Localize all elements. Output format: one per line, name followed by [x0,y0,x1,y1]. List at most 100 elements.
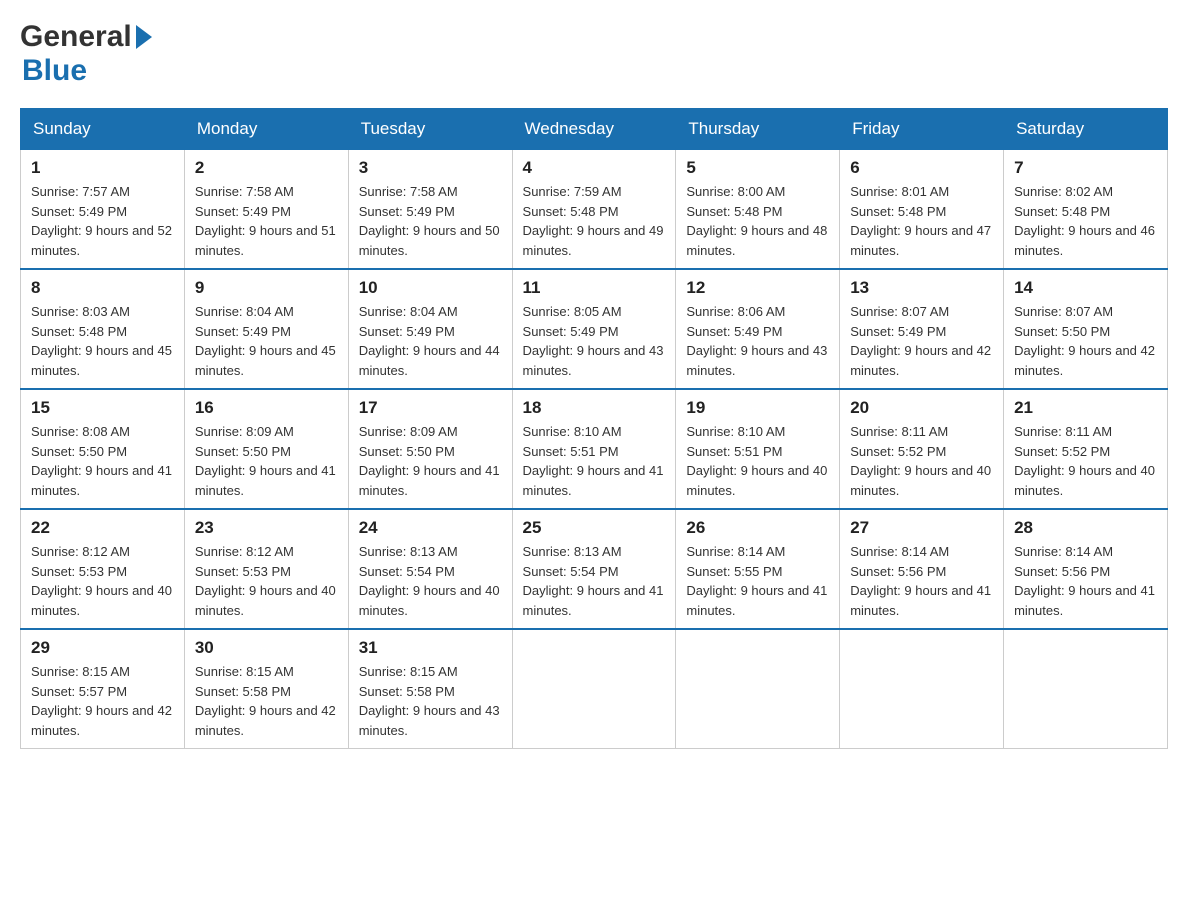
calendar-cell: 16Sunrise: 8:09 AMSunset: 5:50 PMDayligh… [184,389,348,509]
day-info: Sunrise: 8:08 AMSunset: 5:50 PMDaylight:… [31,422,174,500]
day-info: Sunrise: 8:04 AMSunset: 5:49 PMDaylight:… [359,302,502,380]
day-number: 23 [195,518,338,538]
day-number: 8 [31,278,174,298]
calendar-cell: 14 Sunrise: 8:07 AMSunset: 5:50 PMDayligh… [1004,269,1168,389]
day-number: 31 [359,638,502,658]
day-number: 2 [195,158,338,178]
day-info: Sunrise: 8:13 AMSunset: 5:54 PMDaylight:… [523,542,666,620]
column-header-monday: Monday [184,109,348,150]
day-number: 27 [850,518,993,538]
logo-blue-label: Blue [22,54,87,87]
day-info: Sunrise: 8:11 AMSunset: 5:52 PMDaylight:… [1014,422,1157,500]
calendar-cell: 9Sunrise: 8:04 AMSunset: 5:49 PMDaylight… [184,269,348,389]
day-info: Sunrise: 8:10 AMSunset: 5:51 PMDaylight:… [523,422,666,500]
day-info: Sunrise: 8:14 AMSunset: 5:55 PMDaylight:… [686,542,829,620]
day-info: Sunrise: 8:15 AMSunset: 5:58 PMDaylight:… [359,662,502,740]
calendar-week-row: 29 Sunrise: 8:15 AMSunset: 5:57 PMDayligh… [21,629,1168,749]
day-info: Sunrise: 8:12 AMSunset: 5:53 PMDaylight:… [195,542,338,620]
day-info: Sunrise: 8:14 AMSunset: 5:56 PMDaylight:… [850,542,993,620]
day-number: 26 [686,518,829,538]
calendar-cell: 11Sunrise: 8:05 AMSunset: 5:49 PMDayligh… [512,269,676,389]
day-info: Sunrise: 8:15 AMSunset: 5:57 PMDaylight:… [31,662,174,740]
day-number: 29 [31,638,174,658]
column-header-friday: Friday [840,109,1004,150]
day-info: Sunrise: 8:10 AMSunset: 5:51 PMDaylight:… [686,422,829,500]
day-info: Sunrise: 8:07 AMSunset: 5:49 PMDaylight:… [850,302,993,380]
day-info: Sunrise: 8:15 AMSunset: 5:58 PMDaylight:… [195,662,338,740]
calendar-cell: 27 Sunrise: 8:14 AMSunset: 5:56 PMDayligh… [840,509,1004,629]
calendar-cell: 6 Sunrise: 8:01 AMSunset: 5:48 PMDaylight… [840,150,1004,270]
calendar-cell: 21 Sunrise: 8:11 AMSunset: 5:52 PMDayligh… [1004,389,1168,509]
calendar-cell: 7Sunrise: 8:02 AMSunset: 5:48 PMDaylight… [1004,150,1168,270]
calendar-table: SundayMondayTuesdayWednesdayThursdayFrid… [20,108,1168,749]
day-info: Sunrise: 8:01 AMSunset: 5:48 PMDaylight:… [850,182,993,260]
logo-text: General [20,20,132,54]
day-number: 16 [195,398,338,418]
day-number: 4 [523,158,666,178]
calendar-cell: 4 Sunrise: 7:59 AMSunset: 5:48 PMDaylight… [512,150,676,270]
column-header-tuesday: Tuesday [348,109,512,150]
calendar-cell: 5 Sunrise: 8:00 AMSunset: 5:48 PMDaylight… [676,150,840,270]
logo: General Blue [20,20,155,88]
day-info: Sunrise: 8:05 AMSunset: 5:49 PMDaylight:… [523,302,666,380]
day-number: 25 [523,518,666,538]
day-number: 28 [1014,518,1157,538]
day-info: Sunrise: 8:02 AMSunset: 5:48 PMDaylight:… [1014,182,1157,260]
day-number: 15 [31,398,174,418]
day-number: 10 [359,278,502,298]
logo-arrow-icon [136,25,152,49]
calendar-week-row: 1 Sunrise: 7:57 AMSunset: 5:49 PMDaylight… [21,150,1168,270]
day-number: 1 [31,158,174,178]
day-number: 14 [1014,278,1157,298]
calendar-cell: 25 Sunrise: 8:13 AMSunset: 5:54 PMDayligh… [512,509,676,629]
day-number: 30 [195,638,338,658]
day-info: Sunrise: 7:57 AMSunset: 5:49 PMDaylight:… [31,182,174,260]
calendar-cell: 22Sunrise: 8:12 AMSunset: 5:53 PMDayligh… [21,509,185,629]
calendar-cell: 31 Sunrise: 8:15 AMSunset: 5:58 PMDayligh… [348,629,512,749]
calendar-header-row: SundayMondayTuesdayWednesdayThursdayFrid… [21,109,1168,150]
day-number: 18 [523,398,666,418]
calendar-cell: 24 Sunrise: 8:13 AMSunset: 5:54 PMDayligh… [348,509,512,629]
day-info: Sunrise: 8:06 AMSunset: 5:49 PMDaylight:… [686,302,829,380]
calendar-cell: 2 Sunrise: 7:58 AMSunset: 5:49 PMDaylight… [184,150,348,270]
calendar-cell: 23 Sunrise: 8:12 AMSunset: 5:53 PMDayligh… [184,509,348,629]
calendar-cell: 19Sunrise: 8:10 AMSunset: 5:51 PMDayligh… [676,389,840,509]
day-info: Sunrise: 8:12 AMSunset: 5:53 PMDaylight:… [31,542,174,620]
day-number: 24 [359,518,502,538]
calendar-week-row: 15 Sunrise: 8:08 AMSunset: 5:50 PMDayligh… [21,389,1168,509]
calendar-cell: 18 Sunrise: 8:10 AMSunset: 5:51 PMDayligh… [512,389,676,509]
day-info: Sunrise: 7:58 AMSunset: 5:49 PMDaylight:… [195,182,338,260]
calendar-cell [512,629,676,749]
day-number: 17 [359,398,502,418]
calendar-cell: 20 Sunrise: 8:11 AMSunset: 5:52 PMDayligh… [840,389,1004,509]
day-info: Sunrise: 8:04 AMSunset: 5:49 PMDaylight:… [195,302,338,380]
day-number: 20 [850,398,993,418]
calendar-cell: 10 Sunrise: 8:04 AMSunset: 5:49 PMDayligh… [348,269,512,389]
calendar-cell: 13 Sunrise: 8:07 AMSunset: 5:49 PMDayligh… [840,269,1004,389]
calendar-cell [676,629,840,749]
day-number: 5 [686,158,829,178]
column-header-wednesday: Wednesday [512,109,676,150]
day-number: 6 [850,158,993,178]
day-info: Sunrise: 8:07 AMSunset: 5:50 PMDaylight:… [1014,302,1157,380]
calendar-cell: 1 Sunrise: 7:57 AMSunset: 5:49 PMDaylight… [21,150,185,270]
calendar-cell: 28Sunrise: 8:14 AMSunset: 5:56 PMDayligh… [1004,509,1168,629]
page-header: General Blue [20,20,1168,88]
day-info: Sunrise: 8:13 AMSunset: 5:54 PMDaylight:… [359,542,502,620]
calendar-cell: 17 Sunrise: 8:09 AMSunset: 5:50 PMDayligh… [348,389,512,509]
calendar-cell: 8Sunrise: 8:03 AMSunset: 5:48 PMDaylight… [21,269,185,389]
day-number: 12 [686,278,829,298]
day-number: 21 [1014,398,1157,418]
calendar-cell: 30 Sunrise: 8:15 AMSunset: 5:58 PMDayligh… [184,629,348,749]
calendar-cell: 15 Sunrise: 8:08 AMSunset: 5:50 PMDayligh… [21,389,185,509]
day-info: Sunrise: 8:09 AMSunset: 5:50 PMDaylight:… [359,422,502,500]
day-info: Sunrise: 8:11 AMSunset: 5:52 PMDaylight:… [850,422,993,500]
column-header-sunday: Sunday [21,109,185,150]
calendar-week-row: 8Sunrise: 8:03 AMSunset: 5:48 PMDaylight… [21,269,1168,389]
day-info: Sunrise: 8:00 AMSunset: 5:48 PMDaylight:… [686,182,829,260]
calendar-week-row: 22Sunrise: 8:12 AMSunset: 5:53 PMDayligh… [21,509,1168,629]
calendar-cell: 12 Sunrise: 8:06 AMSunset: 5:49 PMDayligh… [676,269,840,389]
day-number: 13 [850,278,993,298]
day-info: Sunrise: 7:59 AMSunset: 5:48 PMDaylight:… [523,182,666,260]
column-header-saturday: Saturday [1004,109,1168,150]
